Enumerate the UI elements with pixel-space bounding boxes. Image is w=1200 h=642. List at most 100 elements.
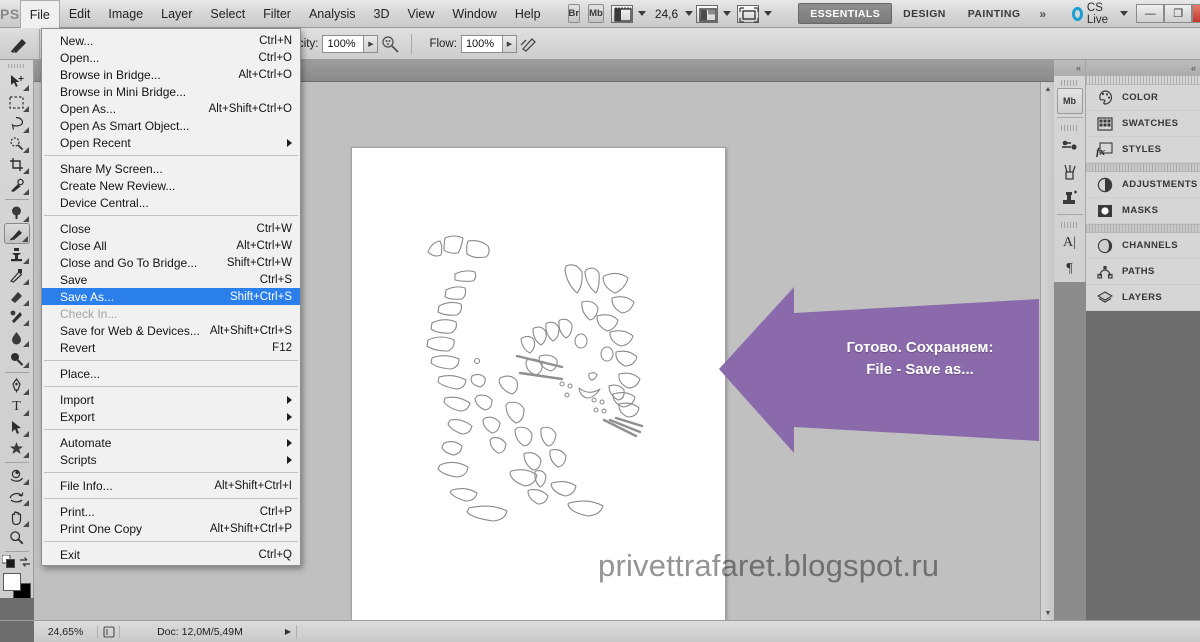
- menu-item-browse-in-bridge[interactable]: Browse in Bridge... Alt+Ctrl+O: [42, 66, 300, 83]
- panels-collapse-button[interactable]: «: [1086, 60, 1200, 76]
- menu-file[interactable]: File: [19, 0, 60, 29]
- panel-styles[interactable]: fx STYLES: [1086, 137, 1200, 163]
- menu-analysis[interactable]: Analysis: [300, 0, 365, 28]
- status-expand-button[interactable]: ▶: [280, 627, 296, 636]
- menu-item-save[interactable]: Save Ctrl+S: [42, 271, 300, 288]
- document-canvas[interactable]: [351, 147, 726, 620]
- tool-hand[interactable]: [4, 507, 30, 528]
- active-tool-icon[interactable]: [0, 28, 40, 59]
- menu-item-exit[interactable]: Exit Ctrl+Q: [42, 546, 300, 563]
- menu-item-save-for-web-and-devices[interactable]: Save for Web & Devices... Alt+Shift+Ctrl…: [42, 322, 300, 339]
- tool-3d-rotate[interactable]: [4, 465, 30, 486]
- workspace-more-button[interactable]: »: [1031, 7, 1054, 21]
- launch-mini-bridge-button[interactable]: Mb: [588, 4, 604, 23]
- tool-crop[interactable]: [4, 154, 30, 175]
- menu-item-revert[interactable]: Revert F12: [42, 339, 300, 356]
- menu-window[interactable]: Window: [443, 0, 505, 28]
- tool-history-brush[interactable]: [4, 265, 30, 286]
- menu-item-open-as-smart-object[interactable]: Open As Smart Object...: [42, 117, 300, 134]
- color-swatches[interactable]: [2, 572, 32, 602]
- character-panel-icon[interactable]: A|: [1057, 230, 1083, 256]
- tool-marquee[interactable]: [4, 92, 30, 113]
- brush-presets-icon[interactable]: [1057, 133, 1083, 159]
- menu-item-close-all[interactable]: Close All Alt+Ctrl+W: [42, 237, 300, 254]
- tool-path-selection[interactable]: [4, 417, 30, 438]
- menu-item-device-central[interactable]: Device Central...: [42, 194, 300, 211]
- panel-color[interactable]: COLOR: [1086, 85, 1200, 111]
- zoom-chevron-down-icon[interactable]: [685, 11, 694, 16]
- menu-item-create-new-review[interactable]: Create New Review...: [42, 177, 300, 194]
- workspace-design[interactable]: DESIGN: [892, 3, 957, 24]
- clone-source-icon[interactable]: [1057, 185, 1083, 211]
- zoom-percent-field[interactable]: 24,65%: [34, 625, 98, 638]
- tool-brush[interactable]: [3, 223, 30, 245]
- launch-bridge-button[interactable]: Br: [567, 4, 581, 23]
- flow-input[interactable]: 100%: [460, 34, 503, 53]
- panel-masks[interactable]: MASKS: [1086, 198, 1200, 224]
- menu-item-browse-in-mini-bridge[interactable]: Browse in Mini Bridge...: [42, 83, 300, 100]
- panel-paths[interactable]: PATHS: [1086, 259, 1200, 285]
- menu-item-close-and-go-to-bridge[interactable]: Close and Go To Bridge... Shift+Ctrl+W: [42, 254, 300, 271]
- tool-eraser[interactable]: [4, 286, 30, 307]
- scroll-up-icon[interactable]: ▲: [1041, 82, 1055, 96]
- flow-stepper[interactable]: ▶: [502, 34, 517, 53]
- workspace-painting[interactable]: PAINTING: [957, 3, 1032, 24]
- tool-3d-orbit[interactable]: [4, 486, 30, 507]
- workspace-essentials[interactable]: ESSENTIALS: [798, 3, 893, 24]
- menu-item-save-as[interactable]: Save As... Shift+Ctrl+S: [42, 288, 300, 305]
- tool-type[interactable]: T: [4, 396, 30, 417]
- menu-item-automate[interactable]: Automate: [42, 434, 300, 451]
- tool-dodge[interactable]: [4, 348, 30, 369]
- paragraph-panel-icon[interactable]: ¶: [1057, 256, 1083, 282]
- menu-image[interactable]: Image: [99, 0, 152, 28]
- opacity-input[interactable]: 100%: [322, 34, 365, 53]
- menu-help[interactable]: Help: [506, 0, 550, 28]
- menu-item-export[interactable]: Export: [42, 408, 300, 425]
- menu-3d[interactable]: 3D: [365, 0, 399, 28]
- minimize-button[interactable]: —: [1136, 4, 1165, 23]
- tool-zoom[interactable]: [4, 528, 30, 549]
- restore-button[interactable]: ❐: [1164, 4, 1193, 23]
- menu-edit[interactable]: Edit: [60, 0, 100, 28]
- menu-filter[interactable]: Filter: [254, 0, 300, 28]
- menu-item-open-as[interactable]: Open As... Alt+Shift+Ctrl+O: [42, 100, 300, 117]
- panel-adjustments[interactable]: ADJUSTMENTS: [1086, 172, 1200, 198]
- panel-layers[interactable]: LAYERS: [1086, 285, 1200, 311]
- menu-select[interactable]: Select: [201, 0, 254, 28]
- rail-grip[interactable]: [1060, 125, 1079, 131]
- tool-quick-selection[interactable]: [4, 134, 30, 155]
- tool-lasso[interactable]: [4, 113, 30, 134]
- rail-grip[interactable]: [1060, 80, 1079, 86]
- default-colors-icon[interactable]: [1, 555, 15, 569]
- tool-blur[interactable]: [4, 327, 30, 348]
- menu-item-open-recent[interactable]: Open Recent: [42, 134, 300, 151]
- menu-item-new[interactable]: New... Ctrl+N: [42, 32, 300, 49]
- close-button[interactable]: ✕: [1192, 4, 1200, 23]
- panel-group-separator[interactable]: [1086, 163, 1200, 172]
- brush-panel-icon[interactable]: [1057, 159, 1083, 185]
- menu-item-print[interactable]: Print... Ctrl+P: [42, 503, 300, 520]
- canvas-vertical-scrollbar[interactable]: ▲ ▼: [1040, 82, 1054, 620]
- arrange-documents-control[interactable]: [696, 4, 732, 23]
- tool-gradient[interactable]: [4, 307, 30, 328]
- menu-item-open[interactable]: Open... Ctrl+O: [42, 49, 300, 66]
- tablet-pressure-icon[interactable]: [517, 33, 541, 55]
- panel-group-grip[interactable]: [1086, 76, 1200, 85]
- menu-item-scripts[interactable]: Scripts: [42, 451, 300, 468]
- cs-live-menu[interactable]: CS Live: [1072, 2, 1129, 26]
- menu-item-close[interactable]: Close Ctrl+W: [42, 220, 300, 237]
- tools-panel-grip[interactable]: [7, 64, 26, 69]
- rail-collapse-button[interactable]: «: [1054, 60, 1085, 76]
- panel-channels[interactable]: CHANNELS: [1086, 233, 1200, 259]
- menu-layer[interactable]: Layer: [152, 0, 201, 28]
- foreground-color-swatch[interactable]: [2, 573, 21, 592]
- file-menu-dropdown[interactable]: New... Ctrl+N Open... Ctrl+O Browse in B…: [41, 28, 301, 566]
- menu-item-file-info[interactable]: File Info... Alt+Shift+Ctrl+I: [42, 477, 300, 494]
- rail-grip[interactable]: [1060, 222, 1079, 228]
- panel-swatches[interactable]: SWATCHES: [1086, 111, 1200, 137]
- menu-item-share-my-screen[interactable]: Share My Screen...: [42, 160, 300, 177]
- swap-colors-icon[interactable]: [19, 556, 31, 568]
- tool-spot-healing-brush[interactable]: [4, 203, 30, 224]
- opacity-stepper[interactable]: ▶: [364, 34, 379, 53]
- screen-mode-control[interactable]: [737, 4, 773, 23]
